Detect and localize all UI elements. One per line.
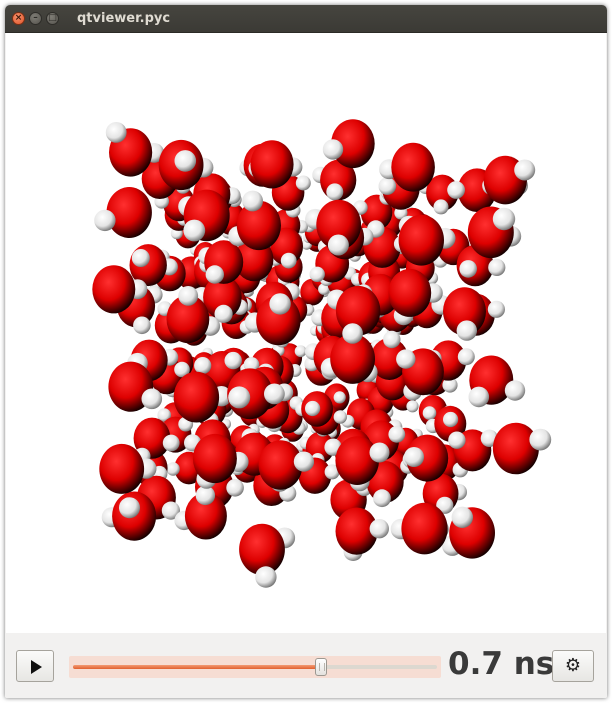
hydrogen-atom [333, 410, 347, 424]
hydrogen-atom [492, 207, 516, 231]
oxygen-atom [492, 422, 539, 475]
hydrogen-atom [378, 177, 397, 195]
oxygen-atom [398, 214, 444, 266]
title-bar: × – □ qtviewer.pyc [5, 5, 607, 33]
hydrogen-atom [141, 388, 163, 410]
hydrogen-atom [162, 434, 180, 452]
oxygen-atom [250, 140, 294, 189]
hydrogen-atom [443, 411, 459, 428]
hydrogen-atom [422, 406, 437, 420]
hydrogen-atom [487, 300, 505, 318]
playback-bar: 0.7 ns ⚙ [5, 633, 607, 698]
hydrogen-atom [457, 348, 475, 366]
oxygen-atom [99, 443, 145, 494]
water-molecules [92, 119, 552, 588]
hydrogen-atom [280, 252, 297, 269]
hydrogen-atom [514, 159, 536, 181]
hydrogen-atom [295, 175, 311, 191]
hydrogen-atom [131, 249, 150, 267]
hydrogen-atom [447, 181, 465, 199]
minimize-icon: – [33, 13, 38, 23]
close-button[interactable]: × [12, 12, 25, 25]
hydrogen-atom [226, 479, 244, 497]
hydrogen-atom [309, 266, 325, 282]
minimize-button[interactable]: – [29, 12, 42, 25]
molecule-scene[interactable] [6, 33, 606, 633]
hydrogen-atom [448, 431, 466, 449]
hydrogen-atom [459, 260, 478, 278]
hydrogen-atom [504, 380, 526, 401]
oxygen-atom [192, 433, 237, 484]
hydrogen-atom [119, 497, 140, 519]
hydrogen-atom [224, 351, 242, 370]
hydrogen-atom [269, 293, 291, 315]
hydrogen-atom [451, 506, 473, 528]
oxygen-atom [401, 502, 448, 555]
hydrogen-atom [194, 357, 212, 375]
maximize-button[interactable]: □ [46, 12, 59, 25]
oxygen-atom [173, 371, 220, 423]
oxygen-atom [388, 268, 432, 317]
hydrogen-atom [322, 139, 344, 160]
app-window: × – □ qtviewer.pyc 0.7 ns ⚙ [5, 5, 607, 698]
close-icon: × [14, 13, 23, 23]
hydrogen-atom [529, 428, 552, 451]
slider-groove [73, 665, 437, 669]
oxygen-atom [106, 187, 152, 238]
hydrogen-atom [383, 330, 401, 349]
time-label: 0.7 ns [448, 646, 555, 682]
hydrogen-atom [242, 190, 263, 212]
maximize-icon: □ [48, 13, 57, 23]
oxygen-atom [391, 142, 435, 192]
hydrogen-atom [488, 258, 506, 276]
hydrogen-atom [264, 383, 285, 405]
play-icon [31, 660, 42, 674]
hydrogen-atom [369, 519, 389, 539]
window-title: qtviewer.pyc [77, 11, 171, 26]
settings-button[interactable]: ⚙ [552, 650, 594, 682]
hydrogen-atom [396, 349, 416, 369]
slider-handle[interactable] [314, 658, 327, 676]
play-button[interactable] [16, 650, 54, 682]
hydrogen-atom [333, 391, 346, 404]
hydrogen-atom [105, 122, 127, 143]
hydrogen-atom [406, 400, 419, 413]
hydrogen-atom [178, 286, 199, 306]
molecule-viewport[interactable] [6, 33, 606, 633]
oxygen-atom [92, 265, 136, 314]
hydrogen-atom [174, 150, 197, 172]
hydrogen-atom [133, 316, 151, 335]
gear-icon: ⚙ [564, 655, 582, 676]
slider-fill [73, 665, 321, 669]
hydrogen-atom [294, 345, 307, 358]
hydrogen-atom [255, 566, 277, 588]
hydrogen-atom [94, 209, 116, 232]
hydrogen-atom [183, 219, 206, 242]
hydrogen-atom [228, 386, 251, 409]
hydrogen-atom [468, 386, 490, 408]
hydrogen-atom [166, 462, 180, 476]
hydrogen-atom [305, 400, 321, 417]
hydrogen-atom [433, 199, 449, 215]
hydrogen-atom [342, 323, 363, 344]
hydrogen-atom [456, 320, 477, 341]
oxygen-atom [335, 436, 380, 485]
hydrogen-atom [373, 489, 391, 508]
hydrogen-atom [327, 234, 349, 256]
hydrogen-atom [205, 265, 224, 284]
hydrogen-atom [388, 425, 406, 443]
hydrogen-atom [404, 447, 424, 467]
hydrogen-atom [293, 451, 314, 472]
hydrogen-atom [369, 442, 390, 463]
hydrogen-atom [326, 183, 344, 201]
time-slider[interactable] [69, 656, 441, 678]
